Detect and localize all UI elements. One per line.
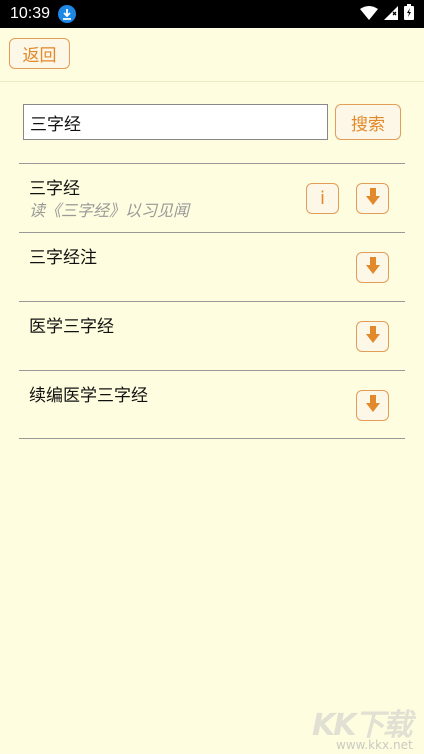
download-arrow-icon: [365, 187, 380, 210]
result-title: 三字经: [29, 179, 80, 199]
battery-icon: [404, 4, 414, 24]
top-bar: 返回: [0, 28, 424, 82]
result-title: 三字经注: [29, 248, 97, 268]
result-title: 医学三字经: [29, 317, 114, 337]
download-arrow-icon: [365, 256, 380, 279]
download-arrow-icon: [365, 325, 380, 348]
results-list: 三字经 读《三字经》以习见闻 i 三字经注 医学三字经 续编医学三字经: [19, 163, 405, 439]
wifi-icon: [360, 5, 378, 24]
search-input[interactable]: [23, 104, 328, 140]
download-arrow-icon: [365, 394, 380, 417]
download-notification-icon: [58, 5, 77, 23]
list-item[interactable]: 续编医学三字经: [19, 370, 405, 439]
result-description: 读《三字经》以习见闻: [29, 201, 190, 220]
list-item[interactable]: 医学三字经: [19, 301, 405, 370]
info-button[interactable]: i: [306, 183, 339, 214]
status-bar: 10:39: [0, 0, 424, 28]
result-title: 续编医学三字经: [29, 386, 148, 406]
status-time: 10:39: [10, 5, 51, 22]
list-item[interactable]: 三字经注: [19, 232, 405, 301]
search-button[interactable]: 搜索: [335, 104, 401, 140]
back-button[interactable]: 返回: [9, 38, 70, 69]
list-item[interactable]: 三字经 读《三字经》以习见闻 i: [19, 163, 405, 232]
download-button[interactable]: [356, 321, 389, 352]
download-button[interactable]: [356, 252, 389, 283]
watermark-url: www.kkx.net: [336, 738, 413, 752]
download-button[interactable]: [356, 183, 389, 214]
download-button[interactable]: [356, 390, 389, 421]
status-icons: [360, 4, 414, 24]
watermark: KK下载 www.kkx.net: [306, 700, 424, 754]
signal-icon: [384, 5, 398, 24]
